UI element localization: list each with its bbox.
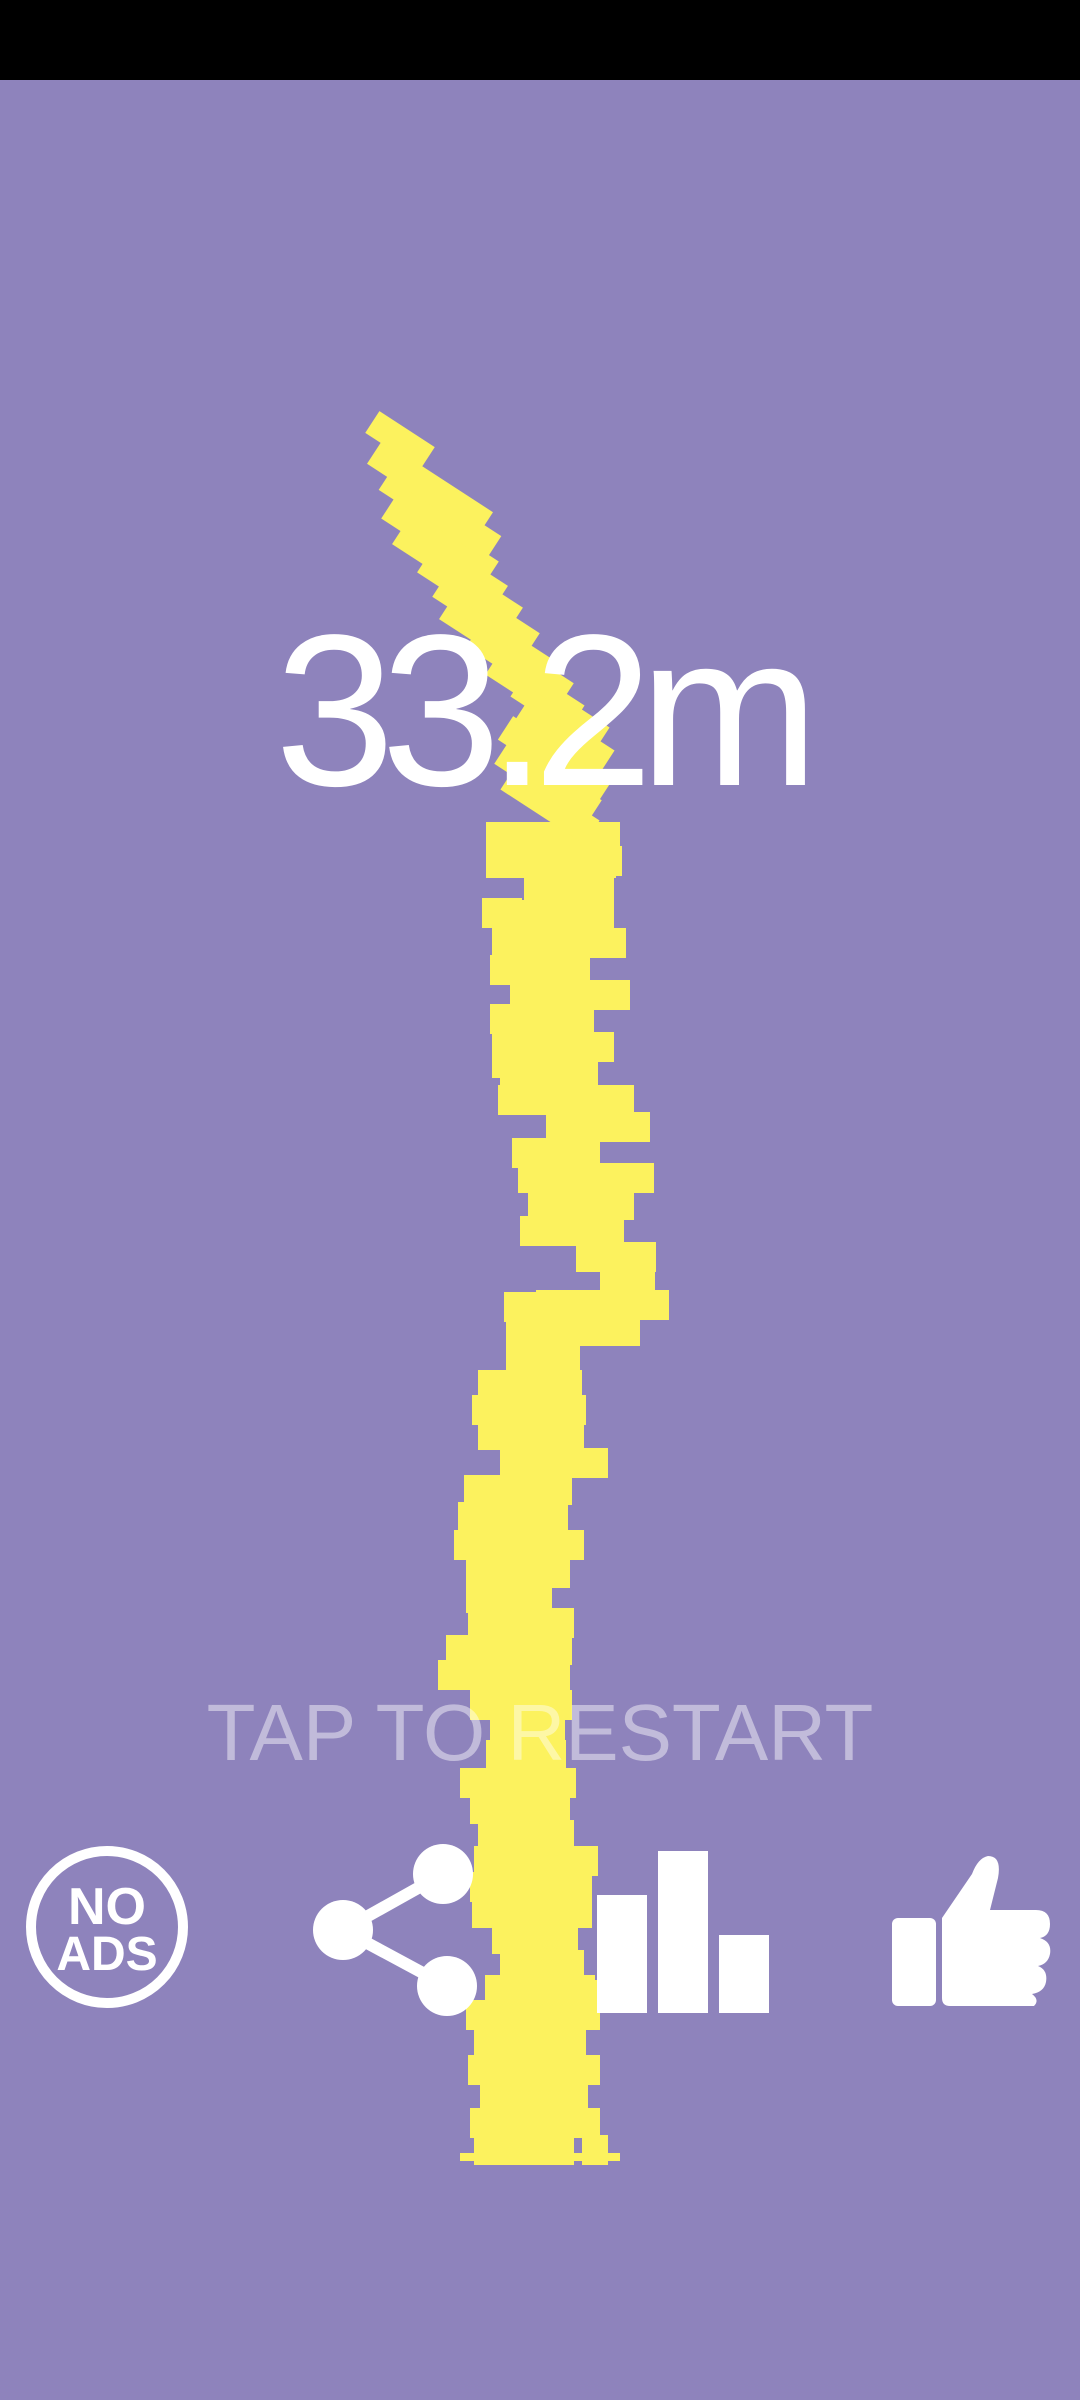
tower-block xyxy=(466,1558,570,1588)
tower-block xyxy=(472,1898,592,1928)
tower-block xyxy=(582,2135,608,2165)
game-screen[interactable]: 33.2m TAP TO RESTART NO ADS xyxy=(0,0,1080,2400)
no-ads-icon: NO ADS xyxy=(26,1846,188,2008)
tower-block xyxy=(500,1448,608,1478)
tower-block xyxy=(500,1950,584,1980)
thumbs-up-icon xyxy=(892,1856,1051,2006)
tower-block xyxy=(458,1502,568,1532)
tower-block xyxy=(482,898,522,928)
tower-block xyxy=(508,1370,582,1400)
tower-block xyxy=(524,875,614,905)
tower-block xyxy=(626,1242,654,1272)
no-ads-label-line2: ADS xyxy=(56,1928,157,1981)
tap-to-restart-prompt[interactable]: TAP TO RESTART xyxy=(0,1688,1080,1778)
tower-block xyxy=(526,1008,582,1038)
play-area[interactable]: 33.2m TAP TO RESTART NO ADS xyxy=(0,80,1080,2400)
tower-block xyxy=(478,1820,574,1850)
tower-block xyxy=(528,1190,634,1220)
bar-chart-icon xyxy=(597,1851,769,2013)
leaderboard-button[interactable] xyxy=(595,1845,775,2015)
tower-block xyxy=(490,955,590,985)
tower-block xyxy=(498,846,518,856)
tower-block xyxy=(548,1112,558,1142)
tower-block xyxy=(512,1138,600,1168)
tower-block xyxy=(474,2135,574,2165)
tower-block xyxy=(454,1530,584,1560)
height-score: 33.2m xyxy=(274,589,819,831)
tower-block xyxy=(468,2055,600,2085)
no-ads-button[interactable]: NO ADS xyxy=(22,1842,192,2012)
tower-block xyxy=(470,2108,600,2138)
tower-block xyxy=(474,2028,586,2058)
tower-block xyxy=(464,1475,572,1505)
tower-block xyxy=(506,1344,580,1374)
tower-block xyxy=(446,1635,572,1665)
tower-block xyxy=(546,1112,650,1142)
block-tower xyxy=(365,411,669,2165)
share-icon xyxy=(313,1844,477,2016)
tower-block xyxy=(492,1924,578,1954)
tower-block xyxy=(474,1846,598,1876)
tower-block xyxy=(470,1872,592,1902)
tower-block xyxy=(504,1422,584,1452)
tower-block xyxy=(598,846,622,876)
like-button[interactable] xyxy=(890,1848,1055,2008)
status-bar xyxy=(0,0,1080,80)
tower-block xyxy=(470,1794,570,1824)
tower-block xyxy=(478,1370,508,1450)
tower-block xyxy=(500,928,534,958)
tower-block xyxy=(520,1216,624,1246)
share-button[interactable] xyxy=(305,1840,485,2020)
tower-block xyxy=(536,1085,562,1115)
tower-block xyxy=(492,1048,552,1078)
